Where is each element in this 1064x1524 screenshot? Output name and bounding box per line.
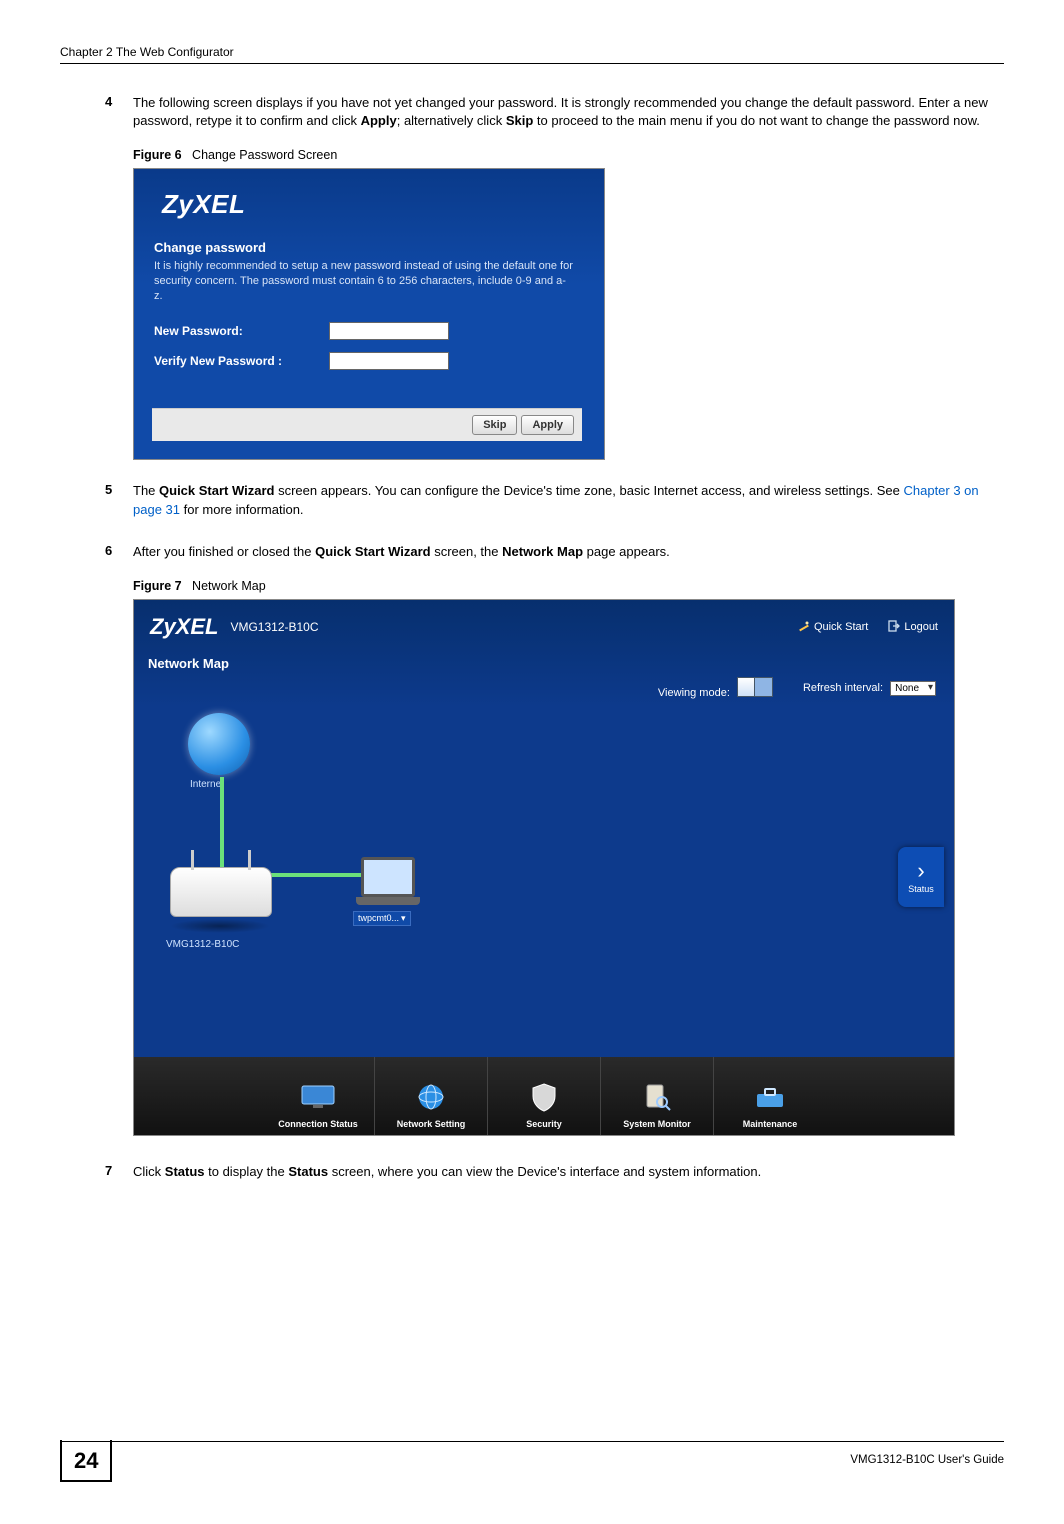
button-bar: Skip Apply (152, 408, 582, 441)
bold-status: Status (165, 1164, 205, 1179)
client-hostname-tag[interactable]: twpcmt0... (353, 911, 411, 926)
logout-icon (888, 620, 900, 632)
nav-label: System Monitor (623, 1119, 691, 1129)
figure-title: Network Map (192, 579, 266, 593)
figure-label: Figure 7 (133, 579, 182, 593)
verify-password-field[interactable] (329, 352, 449, 370)
viewing-mode-control: Viewing mode: (658, 677, 773, 699)
text: screen, the (431, 544, 503, 559)
logout-link[interactable]: Logout (888, 620, 938, 633)
refresh-interval-control: Refresh interval: None (803, 682, 936, 694)
nav-system-monitor[interactable]: System Monitor (601, 1057, 714, 1135)
step-number: 7 (105, 1163, 133, 1181)
step-5: 5 The Quick Start Wizard screen appears.… (105, 482, 1004, 518)
client-device[interactable]: twpcmt0... (353, 857, 423, 926)
step-4: 4 The following screen displays if you h… (105, 94, 1004, 130)
quick-start-label: Quick Start (814, 621, 868, 633)
new-password-label: New Password: (154, 324, 329, 338)
text: screen appears. You can configure the De… (274, 483, 903, 498)
logout-label: Logout (904, 621, 938, 633)
top-bar: ZyXEL VMG1312-B10C Quick Start Logout (144, 610, 944, 644)
status-label: Status (908, 884, 934, 894)
text: The (133, 483, 159, 498)
connection-line (220, 777, 224, 875)
figure-title: Change Password Screen (192, 148, 337, 162)
viewing-mode-toggle[interactable] (737, 677, 773, 697)
nav-label: Maintenance (743, 1119, 798, 1129)
bold-quick-start-wizard: Quick Start Wizard (315, 544, 430, 559)
bold-status: Status (288, 1164, 328, 1179)
step-6: 6 After you finished or closed the Quick… (105, 543, 1004, 561)
page-number: 24 (60, 1440, 112, 1482)
text: for more information. (180, 502, 304, 517)
footer-guide-name: VMG1312-B10C User's Guide (850, 1450, 1004, 1466)
text: to proceed to the main menu if you do no… (533, 113, 980, 128)
step-7: 7 Click Status to display the Status scr… (105, 1163, 1004, 1181)
step-number: 4 (105, 94, 133, 130)
skip-button[interactable]: Skip (472, 415, 517, 435)
step-text: After you finished or closed the Quick S… (133, 543, 1004, 561)
nav-label: Security (526, 1119, 562, 1129)
refresh-interval-select[interactable]: None (890, 681, 936, 696)
text: Click (133, 1164, 165, 1179)
nav-security[interactable]: Security (488, 1057, 601, 1135)
step-text: The following screen displays if you hav… (133, 94, 1004, 130)
text: After you finished or closed the (133, 544, 315, 559)
refresh-interval-label: Refresh interval: (803, 682, 883, 694)
figure-label: Figure 6 (133, 148, 182, 162)
zyxel-logo: ZyXEL (150, 614, 218, 640)
text: screen, where you can view the Device's … (328, 1164, 761, 1179)
shield-icon (524, 1081, 564, 1113)
text: page appears. (583, 544, 670, 559)
step-number: 5 (105, 482, 133, 518)
model-name: VMG1312-B10C (230, 620, 797, 634)
viewing-mode-label: Viewing mode: (658, 687, 730, 699)
bold-skip: Skip (506, 113, 533, 128)
new-password-field[interactable] (329, 322, 449, 340)
router-label: VMG1312-B10C (166, 939, 239, 950)
bold-network-map: Network Map (502, 544, 583, 559)
status-side-button[interactable]: › Status (898, 847, 944, 907)
step-number: 6 (105, 543, 133, 561)
network-map-area: Internet VMG1312-B10C twpcmt0... (148, 707, 940, 1042)
change-password-heading: Change password (154, 240, 584, 255)
change-password-description: It is highly recommended to setup a new … (154, 259, 574, 304)
grid-view-icon (738, 678, 756, 696)
router-device-icon[interactable] (170, 867, 270, 945)
laptop-icon (361, 857, 415, 897)
nav-label: Connection Status (278, 1119, 358, 1129)
toolbox-icon (750, 1081, 790, 1113)
apply-button[interactable]: Apply (521, 415, 574, 435)
text: to display the (205, 1164, 289, 1179)
nav-network-setting[interactable]: Network Setting (375, 1057, 488, 1135)
nav-connection-status[interactable]: Connection Status (262, 1057, 375, 1135)
clipboard-search-icon (637, 1081, 677, 1113)
nav-maintenance[interactable]: Maintenance (714, 1057, 826, 1135)
list-view-icon (755, 678, 772, 696)
figure7-caption: Figure 7 Network Map (133, 579, 1004, 593)
figure6: ZyXEL Change password It is highly recom… (133, 168, 605, 460)
nav-label: Network Setting (397, 1119, 466, 1129)
internet-globe-icon (188, 713, 250, 775)
globe-icon (411, 1081, 451, 1113)
zyxel-logo: ZyXEL (162, 189, 584, 220)
step-text: The Quick Start Wizard screen appears. Y… (133, 482, 1004, 518)
figure6-caption: Figure 6 Change Password Screen (133, 148, 1004, 162)
network-map-heading: Network Map (144, 644, 944, 677)
monitor-icon (298, 1081, 338, 1113)
running-header: Chapter 2 The Web Configurator (60, 45, 1004, 64)
text: ; alternatively click (397, 113, 506, 128)
bottom-nav-bar: Connection Status Network Setting Securi… (134, 1057, 954, 1135)
chevron-right-icon: › (917, 860, 924, 882)
quick-start-link[interactable]: Quick Start (798, 620, 868, 633)
wand-icon (798, 620, 810, 632)
figure7: ZyXEL VMG1312-B10C Quick Start Logout Ne… (133, 599, 955, 1136)
bold-quick-start-wizard: Quick Start Wizard (159, 483, 274, 498)
internet-label: Internet (190, 779, 224, 790)
verify-password-label: Verify New Password : (154, 354, 329, 368)
step-text: Click Status to display the Status scree… (133, 1163, 1004, 1181)
bold-apply: Apply (361, 113, 397, 128)
page-footer: 24 VMG1312-B10C User's Guide (60, 1441, 1004, 1482)
